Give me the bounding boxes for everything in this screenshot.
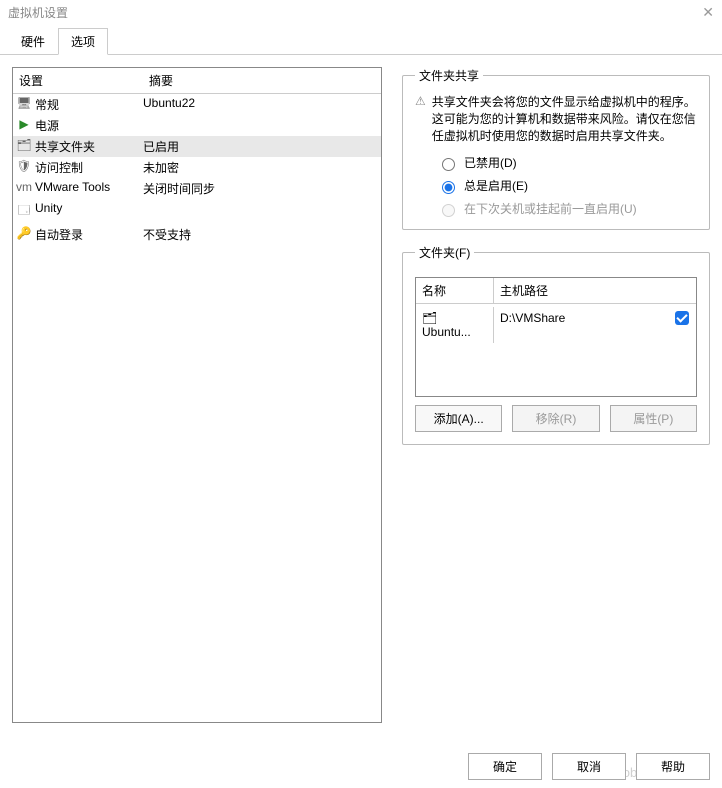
- row-icon: 🖥: [13, 96, 35, 113]
- row-summary: [143, 117, 381, 134]
- list-row[interactable]: 🛡访问控制未加密: [13, 157, 381, 178]
- folder-path: D:\VMShare: [494, 307, 668, 343]
- folder-header-path: 主机路径: [494, 278, 668, 303]
- folder-icon: 🗂: [422, 311, 437, 325]
- row-icon: 🗂: [13, 138, 35, 155]
- tab-bar: 硬件 选项: [0, 24, 722, 55]
- dialog-footer: 确定 取消 帮助: [468, 753, 710, 780]
- row-label: 常规: [35, 96, 143, 113]
- row-label: 共享文件夹: [35, 138, 143, 155]
- row-label: 自动登录: [35, 226, 143, 243]
- remove-button[interactable]: 移除(R): [512, 405, 599, 432]
- radio-always-input[interactable]: [442, 181, 455, 194]
- row-summary: [143, 201, 381, 222]
- list-row[interactable]: 🔑自动登录不受支持: [13, 224, 381, 245]
- row-icon: 🛡: [13, 159, 35, 176]
- row-label: 访问控制: [35, 159, 143, 176]
- folder-name: Ubuntu...: [422, 325, 471, 339]
- window-title: 虚拟机设置: [8, 4, 68, 21]
- row-summary: 未加密: [143, 159, 381, 176]
- list-header-summary: 摘要: [143, 68, 381, 93]
- row-label: 电源: [35, 117, 143, 134]
- list-row[interactable]: ▶电源: [13, 115, 381, 136]
- radio-disabled-input[interactable]: [442, 158, 455, 171]
- radio-disabled[interactable]: 已禁用(D): [437, 154, 697, 171]
- list-row[interactable]: 🗂共享文件夹已启用: [13, 136, 381, 157]
- row-icon: vm: [13, 180, 35, 197]
- folders-group: 文件夹(F) 名称 主机路径 🗂 Ubuntu... D:\VMShare: [402, 244, 710, 445]
- row-icon: 🔑: [13, 226, 35, 243]
- row-summary: 已启用: [143, 138, 381, 155]
- folder-row[interactable]: 🗂 Ubuntu... D:\VMShare: [416, 304, 696, 346]
- warning-icon: ⚠: [415, 94, 426, 144]
- tab-hardware[interactable]: 硬件: [8, 28, 58, 55]
- titlebar: 虚拟机设置 ✕: [0, 0, 722, 24]
- list-row[interactable]: vmVMware Tools关闭时间同步: [13, 178, 381, 199]
- folders-legend: 文件夹(F): [415, 244, 474, 261]
- sharing-legend: 文件夹共享: [415, 67, 483, 84]
- close-icon[interactable]: ✕: [702, 4, 714, 21]
- settings-list: 设置 摘要 🖥常规Ubuntu22▶电源🗂共享文件夹已启用🛡访问控制未加密vmV…: [12, 67, 382, 723]
- row-label: Unity: [35, 201, 143, 222]
- list-row[interactable]: 🖥常规Ubuntu22: [13, 94, 381, 115]
- folder-header-name: 名称: [416, 278, 494, 303]
- folder-listbox[interactable]: 名称 主机路径 🗂 Ubuntu... D:\VMShare: [415, 277, 697, 397]
- row-summary: 关闭时间同步: [143, 180, 381, 197]
- list-header-setting: 设置: [13, 68, 143, 93]
- row-label: VMware Tools: [35, 180, 143, 197]
- sharing-group: 文件夹共享 ⚠ 共享文件夹会将您的文件显示给虚拟机中的程序。这可能为您的计算机和…: [402, 67, 710, 230]
- folder-enabled-checkbox[interactable]: [675, 311, 689, 325]
- list-row[interactable]: 🗔Unity: [13, 199, 381, 224]
- add-button[interactable]: 添加(A)...: [415, 405, 502, 432]
- warning-text: 共享文件夹会将您的文件显示给虚拟机中的程序。这可能为您的计算机和数据带来风险。请…: [432, 94, 697, 144]
- help-button[interactable]: 帮助: [636, 753, 710, 780]
- ok-button[interactable]: 确定: [468, 753, 542, 780]
- properties-button[interactable]: 属性(P): [610, 405, 697, 432]
- row-icon: ▶: [13, 117, 35, 134]
- row-icon: 🗔: [13, 201, 35, 222]
- row-summary: 不受支持: [143, 226, 381, 243]
- radio-until-input: [442, 204, 455, 217]
- radio-always[interactable]: 总是启用(E): [437, 177, 697, 194]
- tab-options[interactable]: 选项: [58, 28, 108, 55]
- row-summary: Ubuntu22: [143, 96, 381, 113]
- radio-until: 在下次关机或挂起前一直启用(U): [437, 200, 697, 217]
- cancel-button[interactable]: 取消: [552, 753, 626, 780]
